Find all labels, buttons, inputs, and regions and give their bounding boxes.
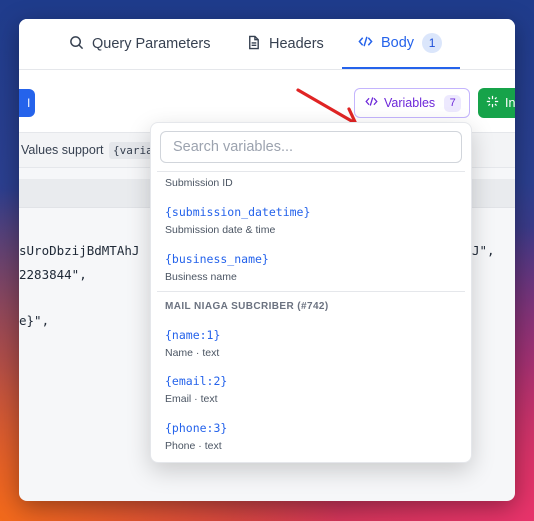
divider: [157, 291, 465, 292]
hint-text: Values support: [21, 143, 104, 157]
variables-count-badge: 7: [444, 94, 462, 112]
variables-button-label: Variables: [384, 96, 436, 110]
variable-item[interactable]: {business_name} Business name: [165, 252, 269, 283]
variable-description: Business name: [165, 271, 237, 283]
variable-token: {name:1}: [165, 328, 221, 342]
variable-description: Submission ID: [165, 177, 233, 189]
variable-item[interactable]: {submission_datetime} Submission date & …: [165, 205, 310, 236]
variables-button[interactable]: Variables 7: [354, 88, 470, 118]
variable-description: Email · text: [165, 393, 218, 405]
tab-body[interactable]: Body 1: [342, 19, 460, 69]
tab-label: Query Parameters: [92, 36, 211, 52]
variable-item[interactable]: {name:1} Name · text: [165, 328, 220, 359]
code-icon: [365, 95, 378, 111]
code-line: J",: [472, 243, 495, 258]
divider: [157, 171, 465, 172]
variable-description: Submission date & time: [165, 224, 276, 236]
insert-button[interactable]: In: [478, 88, 515, 118]
tab-count-badge: 1: [422, 33, 443, 53]
variable-token: {business_name}: [165, 252, 269, 266]
variable-token: {phone:3}: [165, 421, 228, 435]
variable-item-partial[interactable]: Submission ID: [165, 177, 233, 189]
variable-item[interactable]: {email:2} Email · text: [165, 374, 227, 405]
document-icon: [246, 35, 261, 54]
tab-query-parameters[interactable]: Query Parameters: [69, 19, 210, 69]
variable-description: Name · text: [165, 347, 220, 359]
search-icon: [69, 35, 84, 54]
variables-search-input[interactable]: [160, 131, 462, 163]
variables-dropdown: Submission ID {submission_datetime} Subm…: [150, 122, 472, 463]
code-line: sUroDbzijBdMTAhJ: [19, 243, 140, 258]
variable-group-title: MAIL NIAGA SUBCRIBER (#742): [165, 301, 329, 312]
tab-bar: Query Parameters Headers Body 1: [19, 19, 515, 70]
variable-item[interactable]: {phone:3} Phone · text: [165, 421, 227, 452]
code-line: e}",: [19, 313, 50, 328]
primary-button-partial[interactable]: l: [19, 89, 35, 117]
code-icon: [358, 34, 373, 53]
tab-headers[interactable]: Headers: [246, 19, 324, 69]
insert-button-label: In: [505, 96, 515, 110]
variable-description: Phone · text: [165, 440, 222, 452]
tab-label: Body: [381, 35, 415, 51]
variable-token: {submission_datetime}: [165, 205, 311, 219]
variable-token: {email:2}: [165, 374, 228, 388]
primary-button-label: l: [27, 96, 30, 110]
code-line: 2283844",: [19, 267, 87, 282]
tab-label: Headers: [269, 36, 324, 52]
sparkle-icon: [486, 95, 499, 111]
